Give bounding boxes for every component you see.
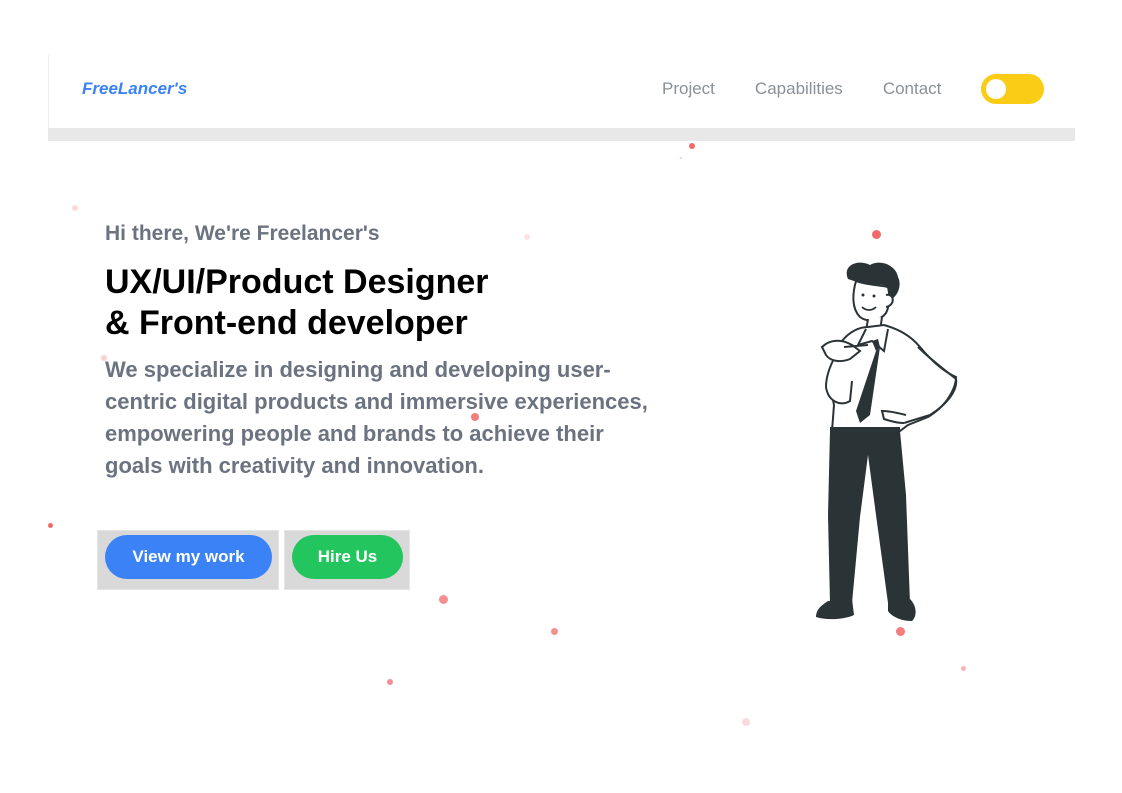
particle-dot [48,523,53,528]
hero-description: We specialize in designing and developin… [105,357,648,478]
page: FreeLancer's Project Capabilities Contac… [0,0,1122,793]
nav-link-project[interactable]: Project [662,79,715,99]
particle-dot [72,205,78,211]
hire-us-button-frame: Hire Us [284,530,410,590]
nav-link-capabilities[interactable]: Capabilities [755,79,843,99]
hero-headline: UX/UI/Product Designer & Front-end devel… [105,262,489,344]
man-pointing-at-self-icon [816,262,958,621]
particle-dot [961,666,966,671]
particle-dot [387,679,393,685]
headline-line-1: UX/UI/Product Designer [105,263,489,301]
hero-intro: Hi there, We're Freelancer's [105,222,380,245]
brand-logo[interactable]: FreeLancer's [82,79,187,99]
header-divider [48,128,1075,141]
particle-dot [524,234,530,240]
view-work-button-frame: View my work [97,530,279,590]
particle-dot [551,628,558,635]
nav-link-contact[interactable]: Contact [883,79,942,99]
hire-us-button[interactable]: Hire Us [292,535,403,579]
main-nav: Project Capabilities Contact [662,79,941,99]
theme-toggle[interactable] [981,74,1044,104]
particle-dot [742,718,750,726]
particle-dot [680,157,682,159]
view-work-button[interactable]: View my work [105,535,272,579]
headline-line-2: & Front-end developer [105,304,468,342]
site-header: FreeLancer's Project Capabilities Contac… [48,55,1076,128]
toggle-knob [986,79,1006,99]
particle-dot [439,595,448,604]
particle-dot [872,230,881,239]
particle-dot [689,143,695,149]
